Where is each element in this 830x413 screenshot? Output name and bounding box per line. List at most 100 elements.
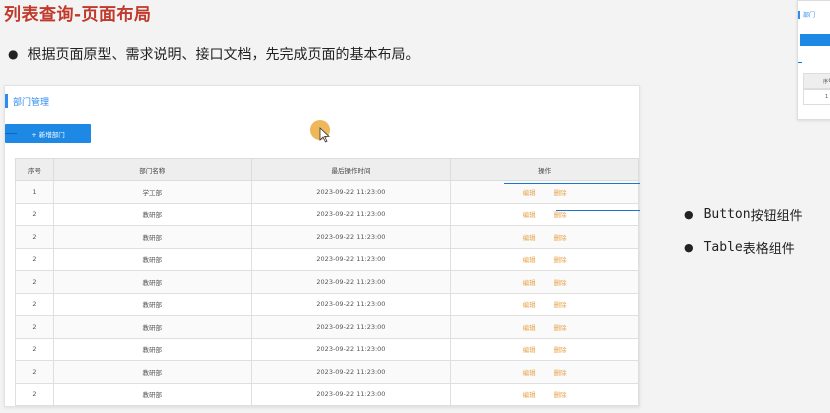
row-name: 教研部 <box>52 360 252 384</box>
row-name: 教研部 <box>52 292 252 316</box>
edit-link[interactable]: 编辑 <box>523 234 536 242</box>
header-name: 部门名称 <box>52 158 252 181</box>
slide-title: 列表查询-页面布局 <box>4 5 152 25</box>
row-name: 学工部 <box>52 180 252 204</box>
row-time: 2023-09-22 11:23:00 <box>250 225 452 249</box>
row-name: 教研部 <box>52 202 252 226</box>
row-actions: 编辑 删除 <box>450 292 639 316</box>
row-time: 2023-09-22 11:23:00 <box>250 382 452 406</box>
row-time: 2023-09-22 11:23:00 <box>250 337 452 361</box>
intro-bullet: ● 根据页面原型、需求说明、接口文档，先完成页面的基本布局。 <box>8 44 419 64</box>
header-time: 最后操作时间 <box>250 158 452 181</box>
row-actions: 编辑 删除 <box>450 225 639 249</box>
row-actions: 编辑 删除 <box>450 247 639 271</box>
header-actions: 操作 <box>450 158 639 181</box>
bullet-dot-icon: ● <box>684 208 694 221</box>
row-index: 2 <box>15 360 54 384</box>
component-suffix: 表格组件 <box>742 242 795 257</box>
delete-link[interactable]: 删除 <box>554 211 567 219</box>
component-name: Table <box>703 240 743 255</box>
row-name: 教研部 <box>52 225 252 249</box>
edit-link[interactable]: 编辑 <box>523 369 536 377</box>
component-item-table: ● Table 表格组件 <box>684 238 795 257</box>
mouse-pointer-icon <box>319 127 331 143</box>
intro-text: 根据页面原型、需求说明、接口文档，先完成页面的基本布局。 <box>27 47 420 63</box>
row-name: 教研部 <box>52 382 252 406</box>
row-index: 1 <box>15 180 54 204</box>
table-row: 2 教研部 2023-09-22 11:23:00 编辑 删除 <box>15 225 639 249</box>
row-index: 2 <box>15 292 54 316</box>
row-index: 2 <box>15 202 54 226</box>
table-row: 2 教研部 2023-09-22 11:23:00 编辑 删除 <box>15 382 639 406</box>
row-actions: 编辑 删除 <box>450 337 639 361</box>
delete-link[interactable]: 删除 <box>554 391 567 399</box>
edit-link[interactable]: 编辑 <box>523 189 536 197</box>
edit-link[interactable]: 编辑 <box>523 346 536 354</box>
button-annotation-line <box>504 183 640 184</box>
table-row: 2 教研部 2023-09-22 11:23:00 编辑 删除 <box>15 360 639 384</box>
title-accent-bar <box>5 94 8 108</box>
table-row: 2 教研部 2023-09-22 11:23:00 编辑 删除 <box>15 337 639 361</box>
table-row: 2 教研部 2023-09-22 11:23:00 编辑 删除 <box>15 247 639 271</box>
delete-link[interactable]: 删除 <box>554 346 567 354</box>
edit-link[interactable]: 编辑 <box>523 324 536 332</box>
edit-link[interactable]: 编辑 <box>523 279 536 287</box>
row-index: 2 <box>15 382 54 406</box>
edit-link[interactable]: 编辑 <box>523 391 536 399</box>
edit-link[interactable]: 编辑 <box>523 256 536 264</box>
thumbnail-annotation-line <box>798 62 802 63</box>
row-name: 教研部 <box>52 247 252 271</box>
row-time: 2023-09-22 11:23:00 <box>250 292 452 316</box>
row-index: 2 <box>15 337 54 361</box>
component-suffix: 按钮组件 <box>750 209 803 224</box>
thumbnail-button <box>800 34 830 46</box>
thumbnail-preview: 部门 序号 1 <box>797 0 830 120</box>
row-index: 2 <box>15 225 54 249</box>
thumbnail-accent-bar <box>798 11 800 19</box>
thumbnail-title: 部门 <box>803 12 816 19</box>
row-actions: 编辑 删除 <box>450 315 639 339</box>
row-time: 2023-09-22 11:23:00 <box>250 360 452 384</box>
row-time: 2023-09-22 11:23:00 <box>250 202 452 226</box>
row-name: 教研部 <box>52 270 252 294</box>
delete-link[interactable]: 删除 <box>554 234 567 242</box>
row-actions: 编辑 删除 <box>450 202 639 226</box>
table-header-row: 序号 部门名称 最后操作时间 操作 <box>15 158 639 181</box>
row-time: 2023-09-22 11:23:00 <box>250 315 452 339</box>
row-actions: 编辑 删除 <box>450 382 639 406</box>
delete-link[interactable]: 删除 <box>554 369 567 377</box>
row-index: 2 <box>15 270 54 294</box>
delete-link[interactable]: 删除 <box>554 279 567 287</box>
edit-link[interactable]: 编辑 <box>523 301 536 309</box>
row-name: 教研部 <box>52 315 252 339</box>
delete-link[interactable]: 删除 <box>554 324 567 332</box>
row-time: 2023-09-22 11:23:00 <box>250 180 452 204</box>
add-department-button[interactable]: + 新增部门 <box>5 124 91 143</box>
row-name: 教研部 <box>52 337 252 361</box>
table-row: 2 教研部 2023-09-22 11:23:00 编辑 删除 <box>15 315 639 339</box>
thumbnail-table-row: 1 <box>803 89 830 105</box>
bullet-dot-icon: ● <box>684 241 694 254</box>
department-table: 序号 部门名称 最后操作时间 操作 1 学工部 2023-09-22 11:23… <box>15 158 639 406</box>
edit-link[interactable]: 编辑 <box>523 211 536 219</box>
thumbnail-table-header: 序号 <box>803 73 830 89</box>
row-actions: 编辑 删除 <box>450 270 639 294</box>
table-row: 2 教研部 2023-09-22 11:23:00 编辑 删除 <box>15 202 639 226</box>
table-row: 2 教研部 2023-09-22 11:23:00 编辑 删除 <box>15 292 639 316</box>
prototype-panel: 部门管理 + 新增部门 序号 部门名称 最后操作时间 操作 1 学工部 2023… <box>4 85 640 407</box>
bullet-dot-icon: ● <box>8 47 19 61</box>
table-row: 2 教研部 2023-09-22 11:23:00 编辑 删除 <box>15 270 639 294</box>
row-index: 2 <box>15 315 54 339</box>
row-time: 2023-09-22 11:23:00 <box>250 270 452 294</box>
header-index: 序号 <box>15 158 54 181</box>
component-name: Button <box>703 207 751 222</box>
row-index: 2 <box>15 247 54 271</box>
row-time: 2023-09-22 11:23:00 <box>250 247 452 271</box>
component-item-button: ● Button 按钮组件 <box>684 205 803 224</box>
prototype-title: 部门管理 <box>13 97 50 108</box>
prototype-header: 部门管理 <box>5 94 49 108</box>
annotation-line <box>5 133 17 134</box>
delete-link[interactable]: 删除 <box>554 301 567 309</box>
delete-link[interactable]: 删除 <box>554 256 567 264</box>
delete-link[interactable]: 删除 <box>554 189 567 197</box>
